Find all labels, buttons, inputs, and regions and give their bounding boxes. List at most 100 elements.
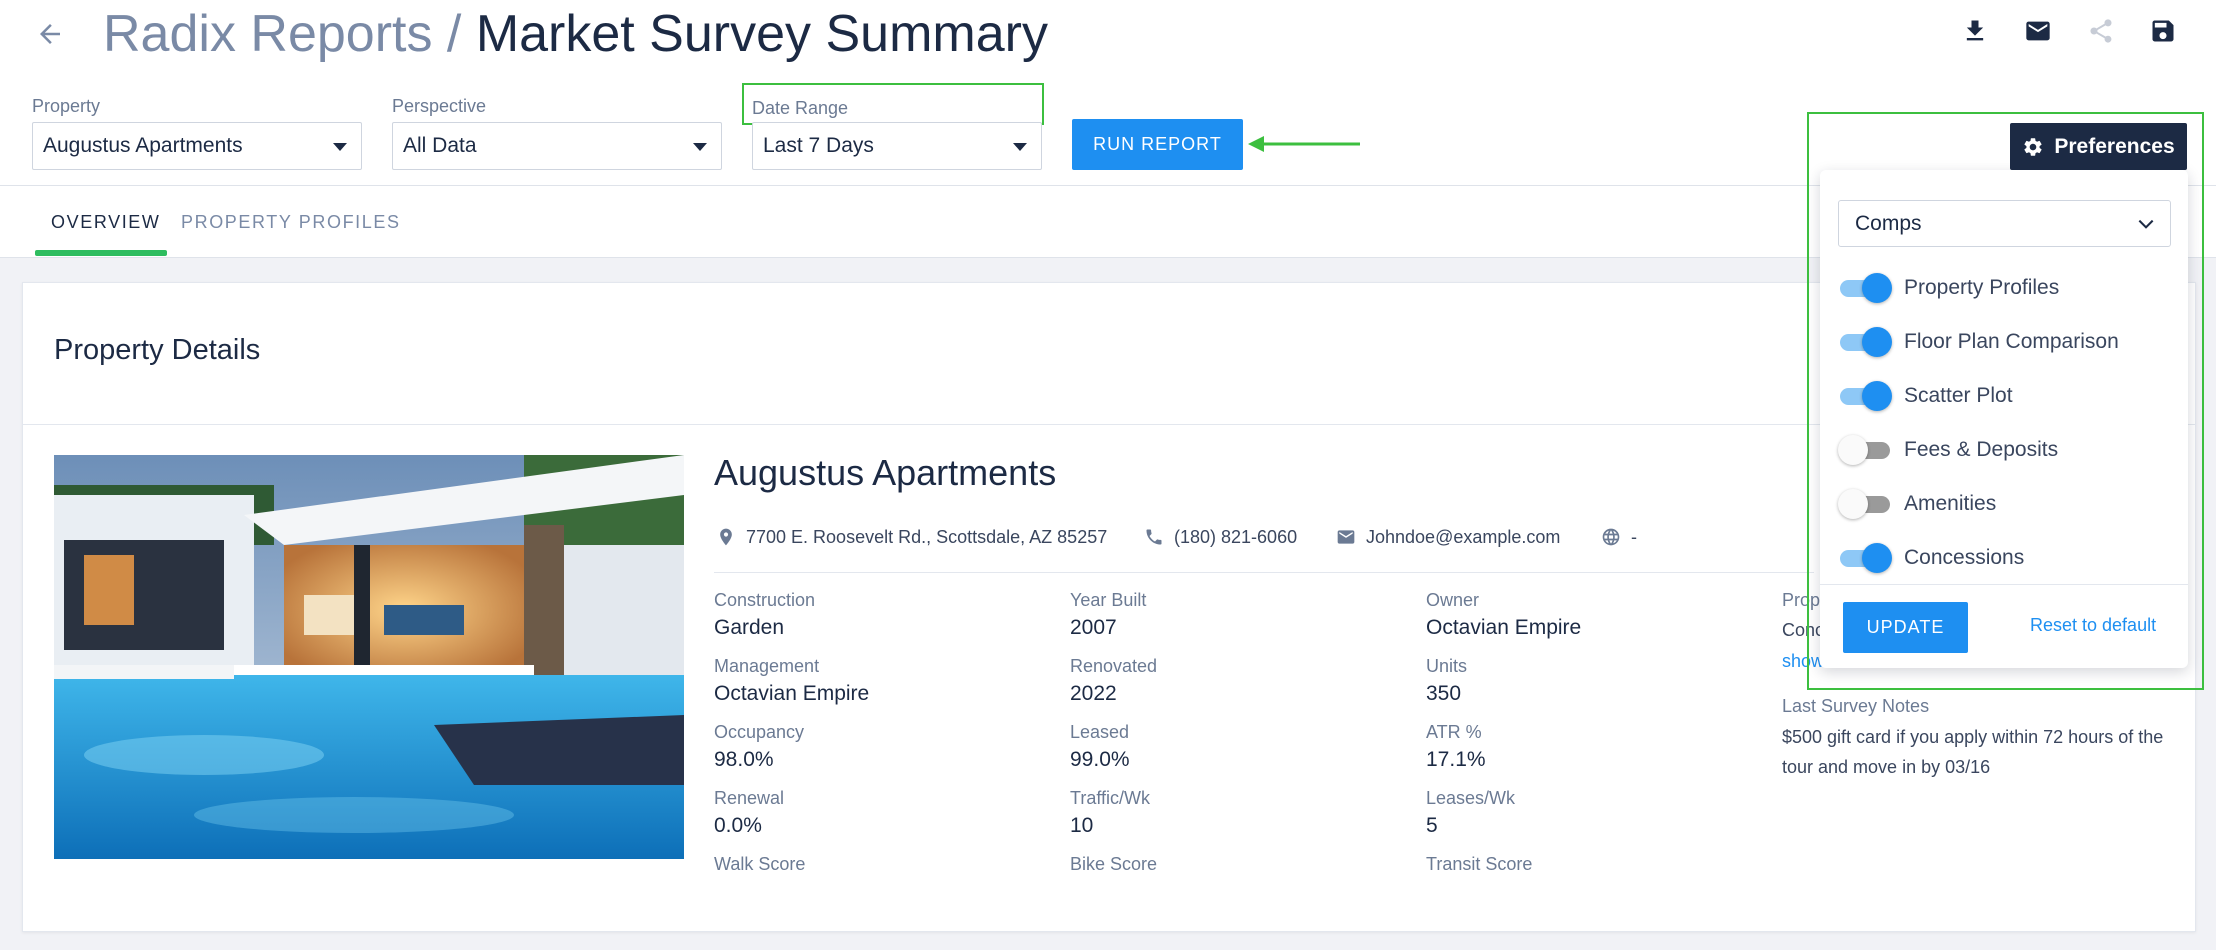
stat-value-renovated: 2022 bbox=[1070, 682, 1117, 705]
location-pin-icon bbox=[720, 528, 732, 546]
date-range-label: Date Range bbox=[752, 98, 849, 118]
last-survey-notes-text: $500 gift card if you apply within 72 ho… bbox=[1782, 727, 2164, 777]
envelope-icon bbox=[1337, 530, 1355, 544]
stat-label-owner: Owner bbox=[1426, 590, 1480, 610]
partial-label: Prop bbox=[1782, 590, 1821, 610]
show-more-link[interactable]: show bbox=[1782, 651, 1824, 672]
last-survey-notes-label: Last Survey Notes bbox=[1782, 696, 1930, 716]
stat-value-leased: 99.0% bbox=[1070, 748, 1130, 771]
stat-value-construction: Garden bbox=[714, 616, 785, 639]
stat-value-year-built: 2007 bbox=[1070, 616, 1117, 639]
active-tab-indicator bbox=[35, 250, 167, 256]
stat-label-atr: ATR % bbox=[1426, 722, 1482, 742]
address-text: 7700 E. Roosevelt Rd., Scottsdale, AZ 85… bbox=[746, 526, 1108, 547]
stat-value-renewal: 0.0% bbox=[714, 814, 762, 837]
website[interactable]: - bbox=[1601, 524, 1637, 550]
phone[interactable]: (180) 821-6060 bbox=[1144, 524, 1297, 550]
email-button[interactable] bbox=[2021, 14, 2055, 48]
preferences-button-label: Preferences bbox=[2054, 134, 2175, 158]
tab-overview[interactable]: OVERVIEW bbox=[51, 186, 161, 258]
download-icon bbox=[1966, 20, 1984, 41]
stat-label-year-built: Year Built bbox=[1070, 590, 1147, 610]
stat-value-leases: 5 bbox=[1426, 814, 1438, 837]
property-label: Property bbox=[32, 96, 101, 116]
toggle-switch[interactable] bbox=[1838, 324, 1892, 360]
toggle-switch[interactable] bbox=[1838, 270, 1892, 306]
caret-down-icon bbox=[333, 143, 347, 151]
toggle-floor-plan-comparison[interactable]: Floor Plan Comparison bbox=[1838, 324, 2119, 360]
toggle-amenities[interactable]: Amenities bbox=[1838, 486, 1996, 522]
share-button[interactable] bbox=[2084, 14, 2118, 48]
property-select[interactable]: Augustus Apartments bbox=[32, 122, 362, 170]
toggle-label: Scatter Plot bbox=[1904, 384, 2013, 407]
section-title: Property Details bbox=[54, 334, 261, 366]
stat-label-leased: Leased bbox=[1070, 722, 1130, 742]
toggle-switch[interactable] bbox=[1838, 540, 1892, 576]
toggle-fees-deposits[interactable]: Fees & Deposits bbox=[1838, 432, 2058, 468]
download-button[interactable] bbox=[1958, 14, 1992, 48]
stat-label-occupancy: Occupancy bbox=[714, 722, 805, 742]
gear-icon bbox=[2024, 137, 2042, 156]
toggle-property-profiles[interactable]: Property Profiles bbox=[1838, 270, 2059, 306]
globe-icon bbox=[1602, 528, 1620, 546]
toggle-label: Floor Plan Comparison bbox=[1904, 330, 2119, 353]
preferences-button[interactable]: Preferences bbox=[2010, 123, 2187, 170]
toggle-switch[interactable] bbox=[1838, 486, 1892, 522]
toggle-scatter-plot[interactable]: Scatter Plot bbox=[1838, 378, 2013, 414]
toggle-concessions[interactable]: Concessions bbox=[1838, 540, 2024, 576]
stat-label-units: Units bbox=[1426, 656, 1468, 676]
date-range-select[interactable]: Last 7 Days bbox=[752, 122, 1042, 170]
annotation-arrow-icon bbox=[1248, 136, 1360, 152]
stat-label-renewal: Renewal bbox=[714, 788, 785, 808]
stat-value-units: 350 bbox=[1426, 682, 1462, 705]
tab-property-profiles[interactable]: PROPERTY PROFILES bbox=[181, 186, 401, 258]
date-range-select-value: Last 7 Days bbox=[763, 134, 874, 157]
preferences-scope-value: Comps bbox=[1855, 211, 1922, 235]
stat-label-renovated: Renovated bbox=[1070, 656, 1158, 676]
contact-divider bbox=[714, 572, 1814, 573]
page-title: Radix Reports / Market Survey Summary bbox=[103, 2, 1048, 66]
toggle-label: Amenities bbox=[1904, 492, 1997, 515]
back-button[interactable] bbox=[32, 16, 68, 52]
stat-value-traffic: 10 bbox=[1070, 814, 1094, 837]
phone-text: (180) 821-6060 bbox=[1174, 526, 1298, 547]
partial-text: Conc bbox=[1782, 620, 1825, 640]
breadcrumb-root[interactable]: Radix Reports bbox=[103, 5, 432, 63]
email-text: Johndoe@example.com bbox=[1366, 526, 1561, 547]
toggle-label: Concessions bbox=[1904, 546, 2025, 569]
share-icon bbox=[2090, 19, 2112, 43]
property-photo bbox=[54, 455, 684, 859]
reset-to-default-link[interactable]: Reset to default bbox=[2030, 615, 2156, 636]
perspective-select[interactable]: All Data bbox=[392, 122, 722, 170]
chevron-down-icon bbox=[2138, 219, 2154, 229]
stat-label-bike-score: Bike Score bbox=[1070, 854, 1158, 874]
address: 7700 E. Roosevelt Rd., Scottsdale, AZ 85… bbox=[716, 524, 1107, 550]
stat-label-traffic: Traffic/Wk bbox=[1070, 788, 1150, 808]
save-icon bbox=[2152, 20, 2174, 42]
run-report-button[interactable]: RUN REPORT bbox=[1072, 119, 1243, 170]
email[interactable]: Johndoe@example.com bbox=[1336, 524, 1560, 550]
mail-icon bbox=[2026, 21, 2050, 41]
update-button[interactable]: UPDATE bbox=[1843, 602, 1968, 653]
stat-label-management: Management bbox=[714, 656, 820, 676]
preferences-divider bbox=[1820, 584, 2188, 585]
stat-label-transit-score: Transit Score bbox=[1426, 854, 1533, 874]
stat-label-leases: Leases/Wk bbox=[1426, 788, 1516, 808]
arrow-left-icon bbox=[40, 24, 60, 44]
breadcrumb-separator: / bbox=[432, 5, 476, 63]
toggle-switch[interactable] bbox=[1838, 378, 1892, 414]
stat-value-occupancy: 98.0% bbox=[714, 748, 774, 771]
preferences-scope-select[interactable]: Comps bbox=[1838, 200, 2171, 247]
property-select-value: Augustus Apartments bbox=[43, 134, 243, 157]
caret-down-icon bbox=[693, 143, 707, 151]
website-text: - bbox=[1631, 526, 1637, 547]
toggle-label: Property Profiles bbox=[1904, 276, 2060, 299]
property-name: Augustus Apartments bbox=[714, 452, 1057, 493]
perspective-select-value: All Data bbox=[403, 134, 477, 157]
stat-label-construction: Construction bbox=[714, 590, 816, 610]
toggle-label: Fees & Deposits bbox=[1904, 438, 2059, 461]
toggle-switch[interactable] bbox=[1838, 432, 1892, 468]
save-button[interactable] bbox=[2146, 14, 2180, 48]
stat-value-owner: Octavian Empire bbox=[1426, 616, 1582, 639]
stat-value-management: Octavian Empire bbox=[714, 682, 870, 705]
